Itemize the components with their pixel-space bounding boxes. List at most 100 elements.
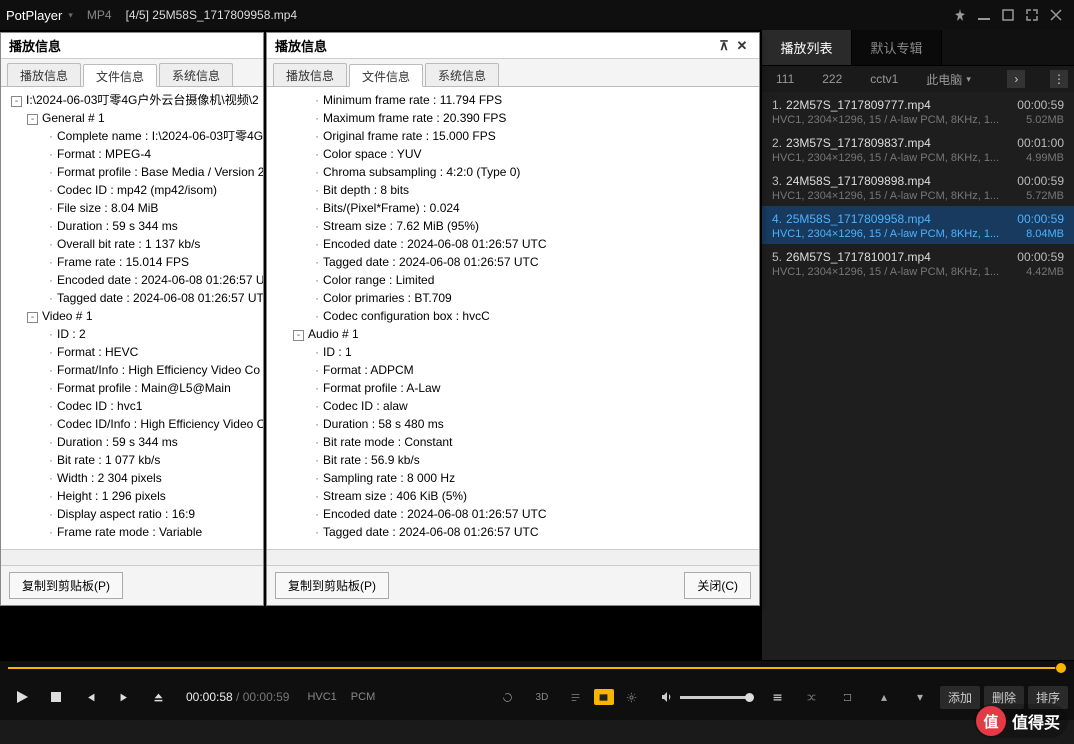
app-name[interactable]: PotPlayer [6, 8, 62, 23]
play-button[interactable] [6, 681, 38, 713]
tree-row[interactable]: ·Bit rate mode : Constant [269, 433, 757, 451]
tree-row[interactable]: ·Format profile : Base Media / Version 2 [3, 163, 261, 181]
tree-row[interactable]: ·Original frame rate : 15.000 FPS [269, 127, 757, 145]
tree-row[interactable]: ·Format/Info : High Efficiency Video Co [3, 361, 261, 379]
volume-control[interactable] [660, 690, 750, 704]
playlist-item[interactable]: 4.25M58S_1717809958.mp400:00:59HVC1, 230… [762, 206, 1074, 244]
scrollbar-horizontal[interactable] [1, 549, 263, 565]
subtab[interactable]: cctv1 [856, 66, 912, 92]
rotate-icon[interactable] [492, 681, 524, 713]
tab-system-info[interactable]: 系统信息 [159, 63, 233, 86]
tree-row[interactable]: ·Duration : 59 s 344 ms [3, 217, 261, 235]
tree-row[interactable]: ·Duration : 59 s 344 ms [3, 433, 261, 451]
subtab-arrow-icon[interactable]: › [1007, 70, 1025, 88]
add-button[interactable]: 添加 [940, 686, 980, 709]
tree-row[interactable]: ·Tagged date : 2024-06-08 01:26:57 UTC [3, 289, 261, 307]
close-icon[interactable] [1044, 3, 1068, 27]
tab-file-info[interactable]: 文件信息 [349, 64, 423, 87]
tree-row[interactable]: ·Format : HEVC [3, 343, 261, 361]
eject-button[interactable] [142, 681, 174, 713]
tree-row[interactable]: ·Frame rate : 15.014 FPS [3, 253, 261, 271]
tab-file-info[interactable]: 文件信息 [83, 64, 157, 87]
tree-row[interactable]: ·Stream size : 7.62 MiB (95%) [269, 217, 757, 235]
tree-row[interactable]: ·Tagged date : 2024-06-08 01:26:57 UTC [269, 253, 757, 271]
copy-clipboard-button[interactable]: 复制到剪贴板(P) [275, 572, 389, 599]
tree-row[interactable]: ·File size : 8.04 MiB [3, 199, 261, 217]
tab-system-info[interactable]: 系统信息 [425, 63, 499, 86]
tree-row[interactable]: ·Format profile : A-Law [269, 379, 757, 397]
subtitle-icon[interactable] [594, 689, 614, 705]
tree-row[interactable]: ·ID : 1 [269, 343, 757, 361]
tree-row[interactable]: -General # 1 [3, 109, 261, 127]
minimize-icon[interactable] [972, 3, 996, 27]
sort-asc-icon[interactable]: ▴ [868, 681, 900, 713]
playlist[interactable]: 1.22M57S_1717809777.mp400:00:59HVC1, 230… [762, 92, 1074, 660]
tree-row[interactable]: ·Color space : YUV [269, 145, 757, 163]
tree-row[interactable]: ·Maximum frame rate : 20.390 FPS [269, 109, 757, 127]
tree-row[interactable]: ·Color primaries : BT.709 [269, 289, 757, 307]
panel-pin-icon[interactable]: ⊼ [715, 37, 733, 55]
audio-codec-label[interactable]: PCM [351, 691, 375, 703]
restore-icon[interactable] [996, 3, 1020, 27]
next-button[interactable] [108, 681, 140, 713]
playlist-item[interactable]: 5.26M57S_1717810017.mp400:00:59HVC1, 230… [762, 244, 1074, 282]
tree-row[interactable]: ·Display aspect ratio : 16:9 [3, 505, 261, 523]
tree-row[interactable]: ·Codec ID : hvc1 [3, 397, 261, 415]
tree-row[interactable]: ·Frame rate mode : Variable [3, 523, 261, 541]
subtab-computer[interactable]: 此电脑 [912, 66, 985, 92]
app-menu-dropdown-icon[interactable]: ▾ [68, 10, 73, 21]
tree-row[interactable]: ·Sampling rate : 8 000 Hz [269, 469, 757, 487]
prev-button[interactable] [74, 681, 106, 713]
tree-row[interactable]: ·Format : MPEG-4 [3, 145, 261, 163]
tree-row[interactable]: ·ID : 2 [3, 325, 261, 343]
playlist-icon[interactable] [560, 681, 592, 713]
settings-icon[interactable] [616, 681, 648, 713]
tree-row[interactable]: ·Encoded date : 2024-06-08 01:26:57 UTC [269, 505, 757, 523]
subtab[interactable]: 222 [808, 66, 856, 92]
tree-row[interactable]: ·Bit rate : 1 077 kb/s [3, 451, 261, 469]
tree-row[interactable]: ·Tagged date : 2024-06-08 01:26:57 UTC [269, 523, 757, 541]
tab-play-info[interactable]: 播放信息 [7, 63, 81, 86]
panel-close-icon[interactable]: ✕ [733, 37, 751, 55]
tree-row[interactable]: ·Width : 2 304 pixels [3, 469, 261, 487]
tree-row[interactable]: ·Bits/(Pixel*Frame) : 0.024 [269, 199, 757, 217]
tree-row[interactable]: ·Chroma subsampling : 4:2:0 (Type 0) [269, 163, 757, 181]
info-tree[interactable]: ·Minimum frame rate : 11.794 FPS·Maximum… [267, 87, 759, 549]
subtab-menu-icon[interactable]: ⋮ [1050, 70, 1068, 88]
video-area[interactable]: 播放信息 播放信息 文件信息 系统信息 -I:\2024-06-03叮零4G户外… [0, 30, 762, 660]
tree-row[interactable]: ·Complete name : I:\2024-06-03叮零4G [3, 127, 261, 145]
tree-row[interactable]: ·Format : ADPCM [269, 361, 757, 379]
tree-row[interactable]: ·Bit rate : 56.9 kb/s [269, 451, 757, 469]
tree-row[interactable]: ·Height : 1 296 pixels [3, 487, 261, 505]
tree-row[interactable]: ·Color range : Limited [269, 271, 757, 289]
tree-row[interactable]: ·Minimum frame rate : 11.794 FPS [269, 91, 757, 109]
tree-row[interactable]: ·Codec ID/Info : High Efficiency Video C [3, 415, 261, 433]
playlist-tab[interactable]: 默认专辑 [852, 30, 942, 65]
shuffle-icon[interactable] [796, 681, 828, 713]
playlist-item[interactable]: 2.23M57S_1717809837.mp400:01:00HVC1, 230… [762, 130, 1074, 168]
tree-row[interactable]: ·Encoded date : 2024-06-08 01:26:57 UTC [3, 271, 261, 289]
tree-row[interactable]: -I:\2024-06-03叮零4G户外云台摄像机\视频\2 [3, 91, 261, 109]
tree-row[interactable]: -Audio # 1 [269, 325, 757, 343]
playlist-item[interactable]: 3.24M58S_1717809898.mp400:00:59HVC1, 230… [762, 168, 1074, 206]
tree-row[interactable]: ·Bit depth : 8 bits [269, 181, 757, 199]
info-tree[interactable]: -I:\2024-06-03叮零4G户外云台摄像机\视频\2-General #… [1, 87, 263, 549]
tree-row[interactable]: -Video # 1 [3, 307, 261, 325]
tree-row[interactable]: ·Format profile : Main@L5@Main [3, 379, 261, 397]
video-codec-label[interactable]: HVC1 [307, 691, 336, 703]
subtab[interactable]: 111 [762, 66, 808, 92]
tree-row[interactable]: ·Stream size : 406 KiB (5%) [269, 487, 757, 505]
tree-row[interactable]: ·Duration : 58 s 480 ms [269, 415, 757, 433]
stop-button[interactable] [40, 681, 72, 713]
scrollbar-horizontal[interactable] [267, 549, 759, 565]
maximize-icon[interactable] [1020, 3, 1044, 27]
tree-row[interactable]: ·Codec ID : mp42 (mp42/isom) [3, 181, 261, 199]
seek-bar[interactable] [0, 661, 1074, 677]
3d-icon[interactable]: 3D [526, 681, 558, 713]
close-button[interactable]: 关闭(C) [684, 572, 751, 599]
tree-row[interactable]: ·Codec configuration box : hvcC [269, 307, 757, 325]
pin-icon[interactable] [948, 3, 972, 27]
tab-play-info[interactable]: 播放信息 [273, 63, 347, 86]
repeat-icon[interactable] [832, 681, 864, 713]
playlist-item[interactable]: 1.22M57S_1717809777.mp400:00:59HVC1, 230… [762, 92, 1074, 130]
